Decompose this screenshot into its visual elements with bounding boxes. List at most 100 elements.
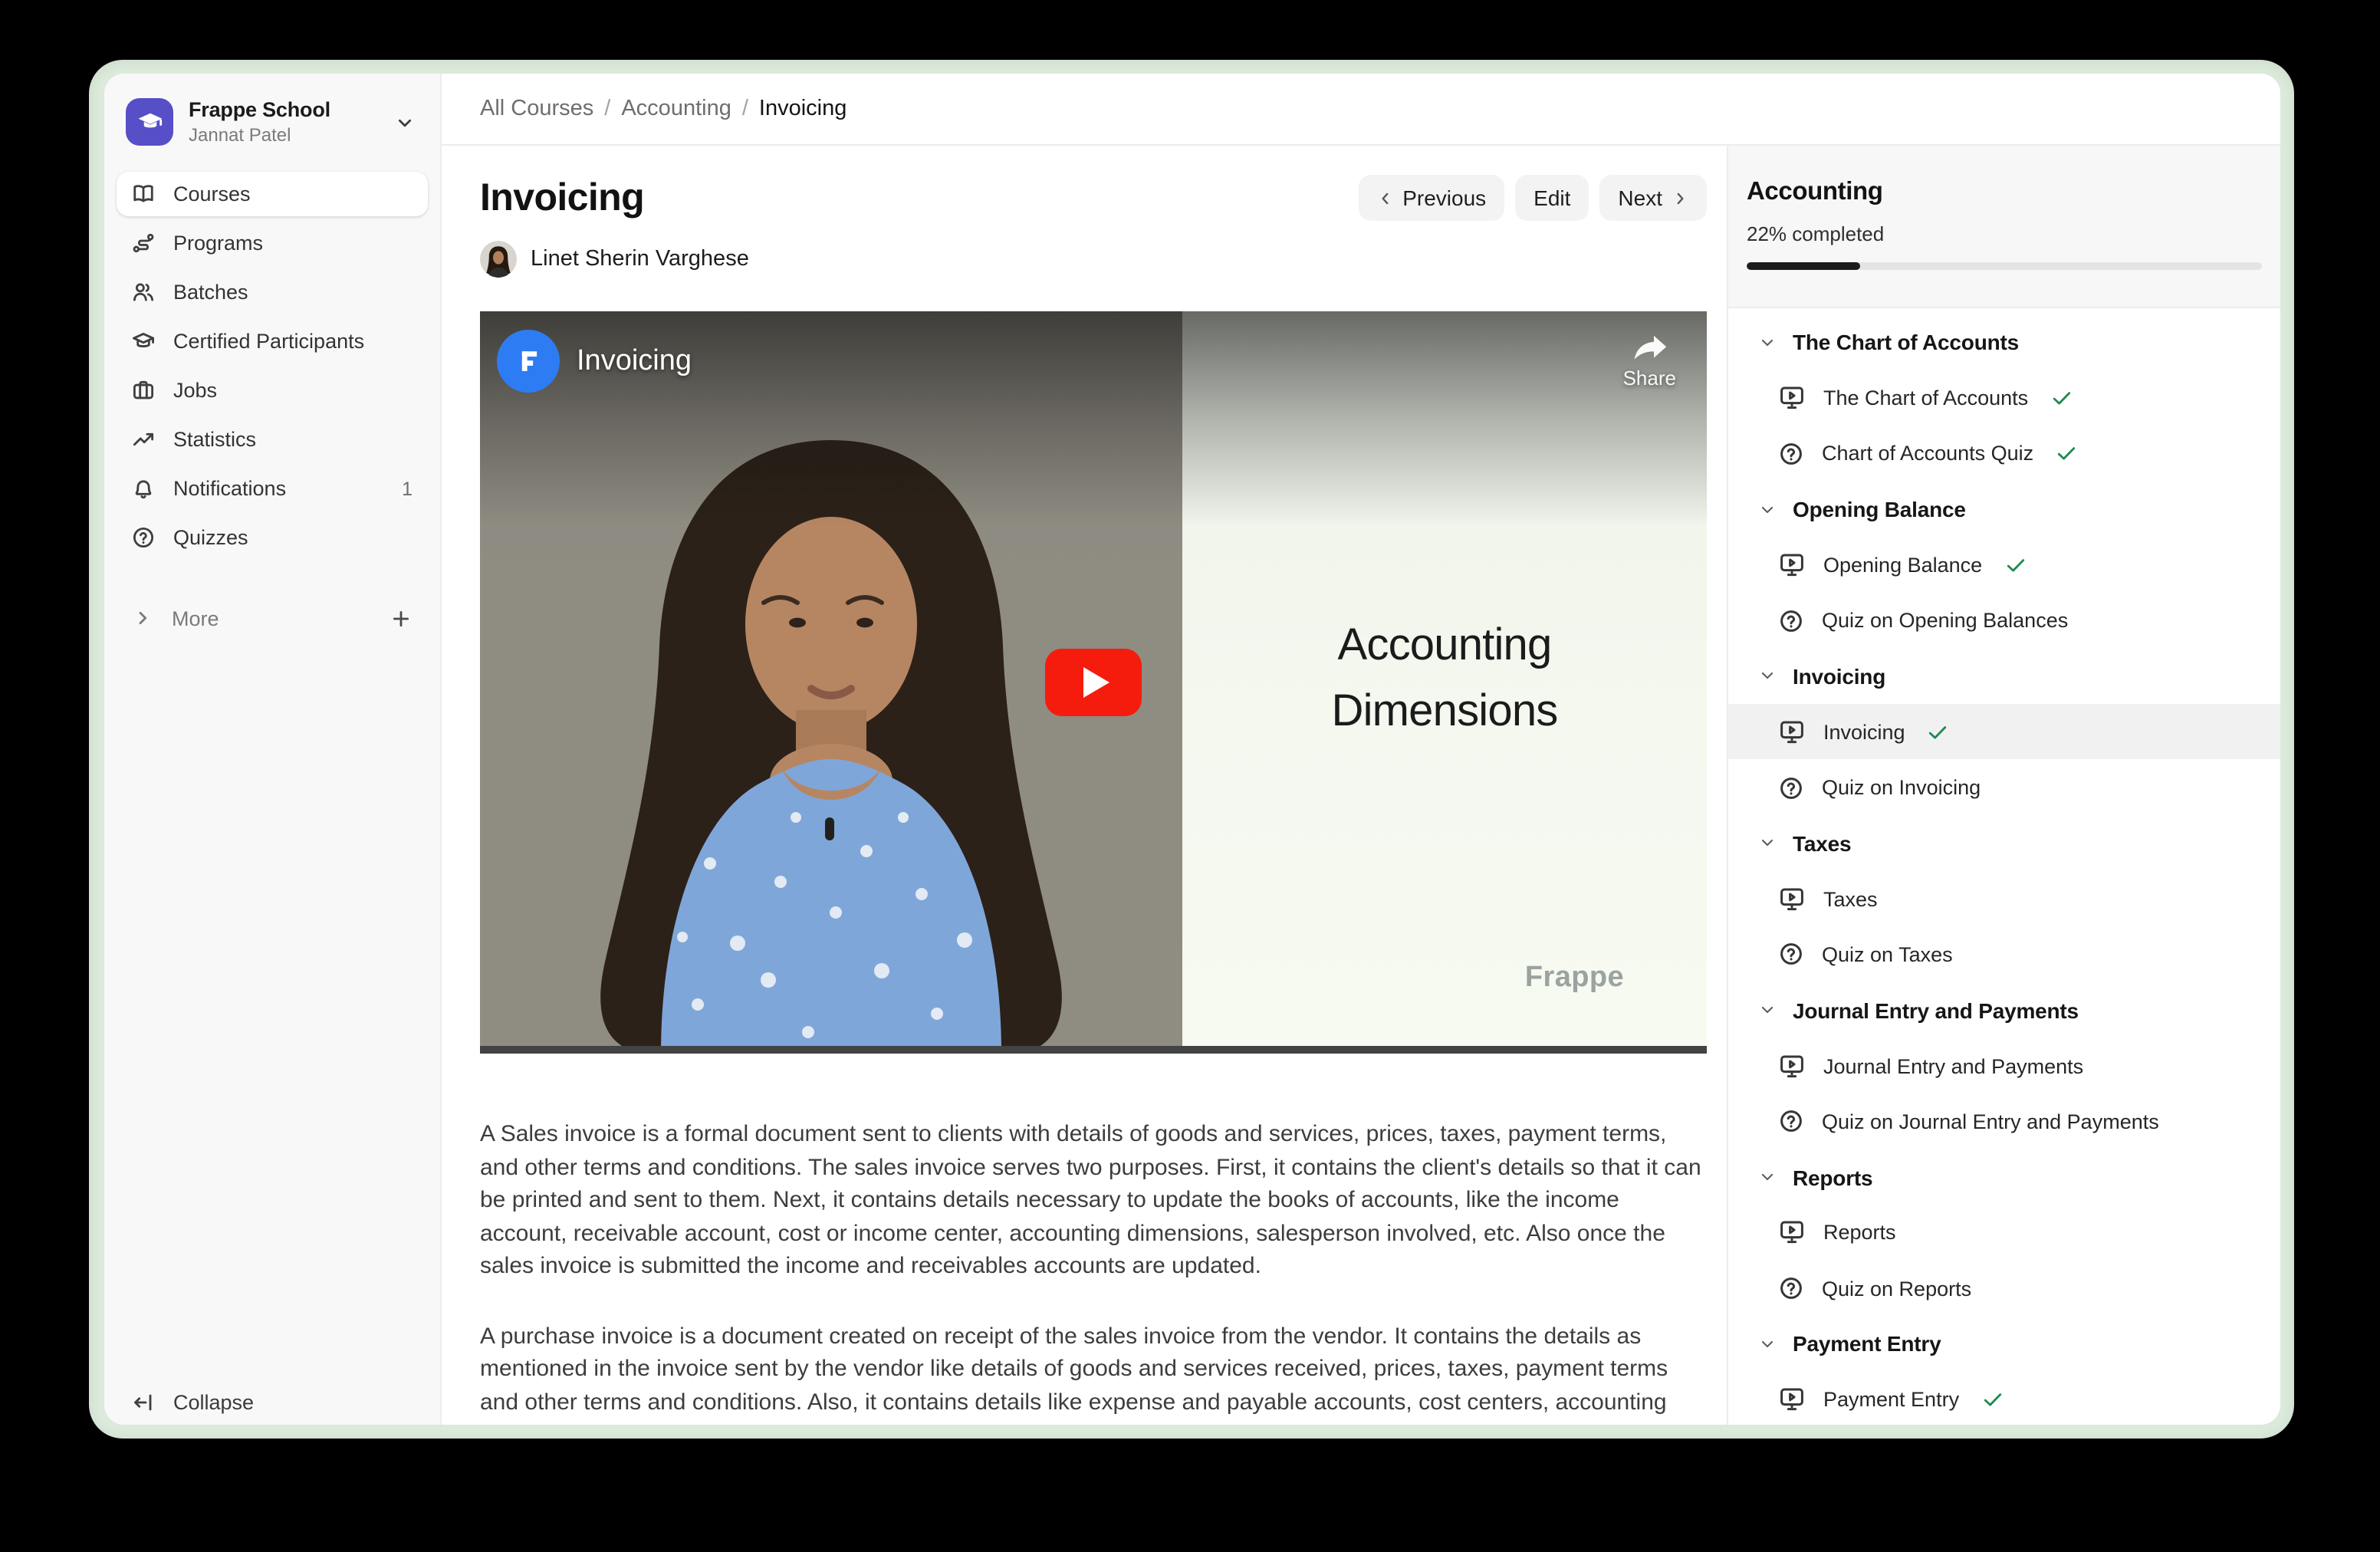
outline-lesson-quiz-on-journal-entry-and-payments[interactable]: Quiz on Journal Entry and Payments	[1728, 1093, 2280, 1149]
outline-section-journal-entry-and-payments[interactable]: Journal Entry and Payments	[1728, 982, 2280, 1038]
outline-lesson-opening-balance[interactable]: Opening Balance	[1728, 537, 2280, 593]
outline-lesson-quiz-on-invoicing[interactable]: Quiz on Invoicing	[1728, 760, 2280, 816]
outline-section-taxes[interactable]: Taxes	[1728, 815, 2280, 871]
sidebar-item-programs[interactable]: Programs	[117, 221, 428, 265]
outline-section-the-chart-of-accounts[interactable]: The Chart of Accounts	[1728, 314, 2280, 370]
lesson-main: Invoicing Previous Edit	[442, 146, 1727, 1425]
outline-lesson-label: Reports	[1823, 1222, 1896, 1245]
share-icon	[1629, 331, 1669, 363]
previous-label: Previous	[1402, 186, 1486, 210]
outline-lesson-quiz-on-taxes[interactable]: Quiz on Taxes	[1728, 927, 2280, 983]
progress-bar-fill	[1747, 262, 1860, 270]
bell-icon	[132, 477, 155, 500]
breadcrumb-separator: /	[604, 97, 610, 121]
edit-button[interactable]: Edit	[1515, 175, 1589, 221]
slide-area: Accounting Dimensions Frappe	[1182, 311, 1707, 1054]
help-circle-icon	[132, 526, 155, 549]
sidebar-item-batches[interactable]: Batches	[117, 270, 428, 314]
outline-lesson-invoicing[interactable]: Invoicing	[1728, 704, 2280, 760]
outline-section-title: Journal Entry and Payments	[1793, 998, 2079, 1022]
outline-lesson-label: Chart of Accounts Quiz	[1822, 442, 2033, 465]
edit-label: Edit	[1534, 186, 1570, 210]
app-switcher[interactable]: Frappe School Jannat Patel	[126, 98, 422, 146]
sidebar: Frappe School Jannat Patel Courses Progra…	[104, 74, 442, 1425]
video-progress-bar[interactable]	[480, 1046, 1707, 1054]
slide-title-line2: Dimensions	[1182, 679, 1707, 745]
chevron-down-icon	[394, 111, 416, 133]
sidebar-item-more[interactable]: More	[117, 597, 428, 640]
check-icon	[1981, 1389, 2004, 1412]
breadcrumb-link-accounting[interactable]: Accounting	[621, 97, 731, 121]
outline-lesson-label: Quiz on Opening Balances	[1822, 609, 2068, 632]
play-button[interactable]	[1045, 649, 1142, 716]
progress-label: 22% completed	[1747, 222, 2262, 245]
outline-section-payment-entry[interactable]: Payment Entry	[1728, 1317, 2280, 1373]
outline-lesson-label: Journal Entry and Payments	[1823, 1054, 2083, 1077]
outline-section-opening-balance[interactable]: Opening Balance	[1728, 482, 2280, 538]
video-lesson-icon	[1779, 718, 1805, 745]
collapse-button[interactable]: Collapse	[117, 1379, 428, 1425]
chevron-left-icon	[1376, 189, 1393, 206]
sidebar-item-courses[interactable]: Courses	[117, 172, 428, 216]
check-icon	[2050, 386, 2073, 409]
outline-lesson-quiz-on-opening-balances[interactable]: Quiz on Opening Balances	[1728, 593, 2280, 649]
outline-lesson-the-chart-of-accounts[interactable]: The Chart of Accounts	[1728, 370, 2280, 426]
outline-section-invoicing[interactable]: Invoicing	[1728, 649, 2280, 705]
sidebar-item-statistics[interactable]: Statistics	[117, 417, 428, 462]
video-player[interactable]: Accounting Dimensions Frappe Invo	[480, 311, 1707, 1054]
channel-logo-icon[interactable]	[497, 330, 560, 393]
outline-lesson-payment-entry[interactable]: Payment Entry	[1728, 1372, 2280, 1425]
app-user-name: Jannat Patel	[189, 126, 330, 144]
course-title: Accounting	[1747, 178, 2262, 207]
plus-icon[interactable]	[390, 607, 413, 630]
sidebar-item-quizzes[interactable]: Quizzes	[117, 515, 428, 560]
lesson-paragraph: A purchase invoice is a document created…	[480, 1320, 1707, 1425]
sidebar-item-jobs[interactable]: Jobs	[117, 368, 428, 413]
screen: Frappe School Jannat Patel Courses Progra…	[0, 0, 2380, 1552]
users-icon	[132, 281, 155, 304]
quiz-icon	[1779, 441, 1803, 465]
video-title-overlay[interactable]: Invoicing	[577, 344, 692, 378]
breadcrumb-link-all-courses[interactable]: All Courses	[480, 97, 593, 121]
book-icon	[132, 182, 155, 206]
outline-lesson-taxes[interactable]: Taxes	[1728, 871, 2280, 927]
outline-lesson-label: Quiz on Taxes	[1822, 943, 1953, 966]
outline-section-title: Payment Entry	[1793, 1332, 1941, 1356]
sidebar-item-certified-participants[interactable]: Certified Participants	[117, 319, 428, 363]
outline-lesson-label: Quiz on Reports	[1822, 1277, 1971, 1300]
video-lesson-icon	[1779, 552, 1805, 578]
video-lesson-icon	[1779, 385, 1805, 411]
next-label: Next	[1618, 186, 1662, 210]
outline-section-title: The Chart of Accounts	[1793, 330, 2019, 354]
sidebar-nav: Courses Programs Batches Certified Particip…	[117, 172, 428, 560]
next-button[interactable]: Next	[1599, 175, 1707, 221]
outline-lesson-label: Quiz on Invoicing	[1822, 776, 1981, 799]
course-outline: The Chart of Accounts The Chart of Accoun…	[1728, 308, 2280, 1425]
quiz-icon	[1779, 775, 1803, 800]
window-frame: Frappe School Jannat Patel Courses Progra…	[89, 60, 2294, 1439]
sidebar-item-notifications[interactable]: Notifications1	[117, 466, 428, 511]
chevron-down-icon	[1759, 835, 1776, 852]
outline-lesson-label: Quiz on Journal Entry and Payments	[1822, 1110, 2159, 1133]
outline-lesson-journal-entry-and-payments[interactable]: Journal Entry and Payments	[1728, 1038, 2280, 1094]
outline-lesson-reports[interactable]: Reports	[1728, 1205, 2280, 1261]
check-icon	[1927, 720, 1950, 743]
more-label: More	[172, 607, 219, 630]
author-name: Linet Sherin Varghese	[531, 247, 749, 271]
sidebar-item-label: Certified Participants	[173, 330, 364, 353]
chevron-down-icon	[1759, 334, 1776, 350]
graduation-cap-icon	[132, 330, 155, 353]
chevron-down-icon	[1759, 501, 1776, 518]
previous-button[interactable]: Previous	[1358, 175, 1504, 221]
outline-section-title: Taxes	[1793, 831, 1851, 856]
outline-lesson-quiz-on-reports[interactable]: Quiz on Reports	[1728, 1261, 2280, 1317]
chevron-down-icon	[1759, 1169, 1776, 1185]
outline-section-title: Opening Balance	[1793, 497, 1966, 521]
sidebar-item-label: Notifications	[173, 477, 286, 500]
breadcrumb: All Courses/Accounting/Invoicing	[480, 97, 846, 121]
frappe-watermark: Frappe	[1525, 962, 1624, 995]
outline-section-reports[interactable]: Reports	[1728, 1149, 2280, 1205]
quiz-icon	[1779, 1110, 1803, 1134]
share-button[interactable]: Share	[1623, 331, 1676, 390]
outline-lesson-chart-of-accounts-quiz[interactable]: Chart of Accounts Quiz	[1728, 426, 2280, 482]
